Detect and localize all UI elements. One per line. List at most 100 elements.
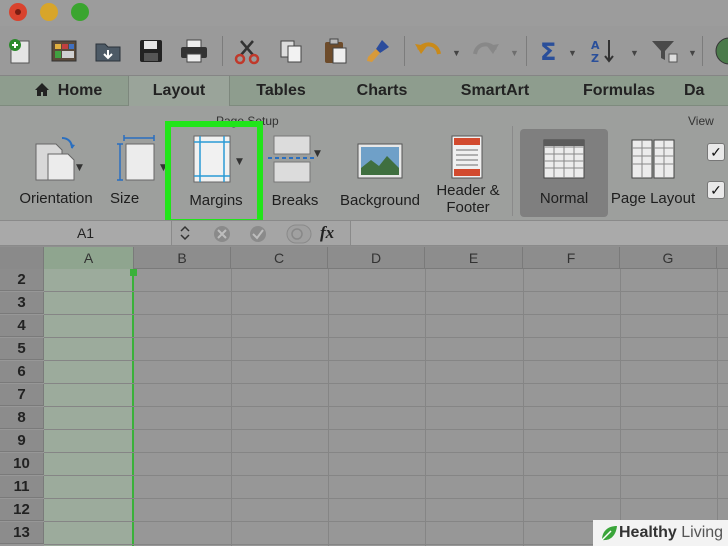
autosum-icon[interactable]: Σ [534, 35, 566, 67]
new-icon[interactable] [4, 35, 36, 67]
name-box-stepper-icon[interactable] [178, 224, 192, 242]
background-button[interactable]: Background [332, 134, 428, 214]
filter-icon[interactable] [648, 35, 680, 67]
column-header-row: A B C D E F G [0, 247, 728, 269]
close-window-button[interactable] [9, 3, 27, 21]
size-button[interactable]: ▼ Size [110, 134, 170, 214]
sort-icon[interactable]: AZ [588, 35, 620, 67]
margins-highlight-frame [165, 121, 263, 225]
row-header[interactable]: 12 [0, 499, 44, 521]
sort-dropdown-icon[interactable]: ▼ [630, 48, 639, 58]
page-layout-view-icon [631, 139, 675, 179]
background-label: Background [339, 192, 421, 209]
column-header-g[interactable]: G [620, 247, 717, 269]
zoom-window-button[interactable] [71, 3, 89, 21]
tab-layout[interactable]: Layout [128, 76, 230, 106]
print-icon[interactable] [178, 35, 210, 67]
selection-fill-handle[interactable] [130, 269, 137, 276]
grid-line [44, 383, 728, 384]
selected-column-a [44, 269, 134, 546]
orientation-label: Orientation [19, 190, 93, 207]
function-wizard-icon[interactable] [286, 224, 312, 244]
column-header-c[interactable]: C [231, 247, 328, 269]
confirm-entry-icon[interactable] [248, 224, 268, 244]
title-bar [0, 0, 728, 26]
view-checkbox-2[interactable]: ✓ [707, 181, 725, 199]
watermark-text: Healthy Living [619, 524, 723, 542]
row-header[interactable]: 2 [0, 269, 44, 291]
grid-line [717, 269, 718, 546]
orientation-button[interactable]: ▼ Orientation [10, 134, 102, 214]
svg-text:▼: ▼ [76, 163, 83, 173]
ribbon-tabs: Home Layout Tables Charts SmartArt Formu… [0, 76, 728, 106]
row-header[interactable]: 5 [0, 338, 44, 360]
filter-dropdown-icon[interactable]: ▼ [688, 48, 697, 58]
save-icon[interactable] [135, 35, 167, 67]
normal-view-button[interactable]: Normal [520, 134, 608, 214]
grid-line [44, 452, 728, 453]
size-icon: ▼ [117, 135, 167, 181]
column-header-a[interactable]: A [44, 247, 134, 269]
select-all-corner[interactable] [0, 247, 44, 269]
breaks-icon: ▼ [268, 135, 321, 183]
column-header-b[interactable]: B [134, 247, 231, 269]
grid-line [44, 291, 728, 292]
autosum-dropdown-icon[interactable]: ▼ [568, 48, 577, 58]
toolbox-icon[interactable] [708, 35, 728, 67]
grid-line [523, 269, 524, 546]
column-header-e[interactable]: E [425, 247, 523, 269]
redo-icon[interactable] [470, 35, 502, 67]
svg-text:A: A [591, 39, 600, 52]
tab-charts[interactable]: Charts [330, 76, 434, 106]
paste-icon[interactable] [319, 35, 351, 67]
row-header[interactable]: 13 [0, 522, 44, 544]
grid-line [231, 269, 232, 546]
row-header[interactable]: 8 [0, 407, 44, 429]
size-label: Size [110, 190, 140, 207]
tab-data[interactable]: Da [678, 76, 728, 106]
copy-icon[interactable] [275, 35, 307, 67]
home-icon [34, 83, 49, 96]
formula-input[interactable] [350, 221, 728, 245]
redo-dropdown-icon[interactable]: ▼ [510, 48, 519, 58]
open-icon[interactable] [92, 35, 124, 67]
orientation-icon: ▼ [35, 137, 83, 181]
grid-line [44, 498, 728, 499]
grid-line [44, 475, 728, 476]
tab-smartart[interactable]: SmartArt [438, 76, 552, 106]
row-header[interactable]: 9 [0, 430, 44, 452]
header-footer-button[interactable]: Header & Footer [428, 134, 508, 220]
column-header-f[interactable]: F [523, 247, 620, 269]
minimize-window-button[interactable] [40, 3, 58, 21]
standard-toolbar: ▼ ▼ Σ ▼ AZ ▼ ▼ [0, 26, 728, 76]
row-header[interactable]: 10 [0, 453, 44, 475]
watermark-brand-rest: Living [676, 524, 724, 541]
grid-line [44, 360, 728, 361]
cancel-entry-icon[interactable] [212, 224, 232, 244]
row-header[interactable]: 3 [0, 292, 44, 314]
tab-tables[interactable]: Tables [235, 76, 327, 106]
row-header[interactable]: 11 [0, 476, 44, 498]
view-checkbox-1[interactable]: ✓ [707, 143, 725, 161]
gallery-icon[interactable] [48, 35, 80, 67]
column-header-d[interactable]: D [328, 247, 425, 269]
cut-icon[interactable] [231, 35, 263, 67]
tab-formulas[interactable]: Formulas [560, 76, 678, 106]
breaks-label: Breaks [271, 192, 319, 209]
header-footer-label-2: Footer [446, 199, 490, 216]
undo-dropdown-icon[interactable]: ▼ [452, 48, 461, 58]
name-box[interactable]: A1 [0, 221, 172, 245]
grid-line [44, 314, 728, 315]
row-header[interactable]: 7 [0, 384, 44, 406]
row-header[interactable]: 6 [0, 361, 44, 383]
grid-line [44, 337, 728, 338]
breaks-button[interactable]: ▼ Breaks [264, 134, 326, 214]
tab-home[interactable]: Home [18, 76, 118, 106]
page-layout-view-button[interactable]: Page Layout [606, 134, 700, 214]
row-header[interactable]: 4 [0, 315, 44, 337]
fx-label: fx [320, 223, 335, 242]
format-brush-icon[interactable] [362, 35, 394, 67]
grid-line [620, 269, 621, 546]
leaf-logo-icon [601, 526, 617, 541]
undo-icon[interactable] [412, 35, 444, 67]
